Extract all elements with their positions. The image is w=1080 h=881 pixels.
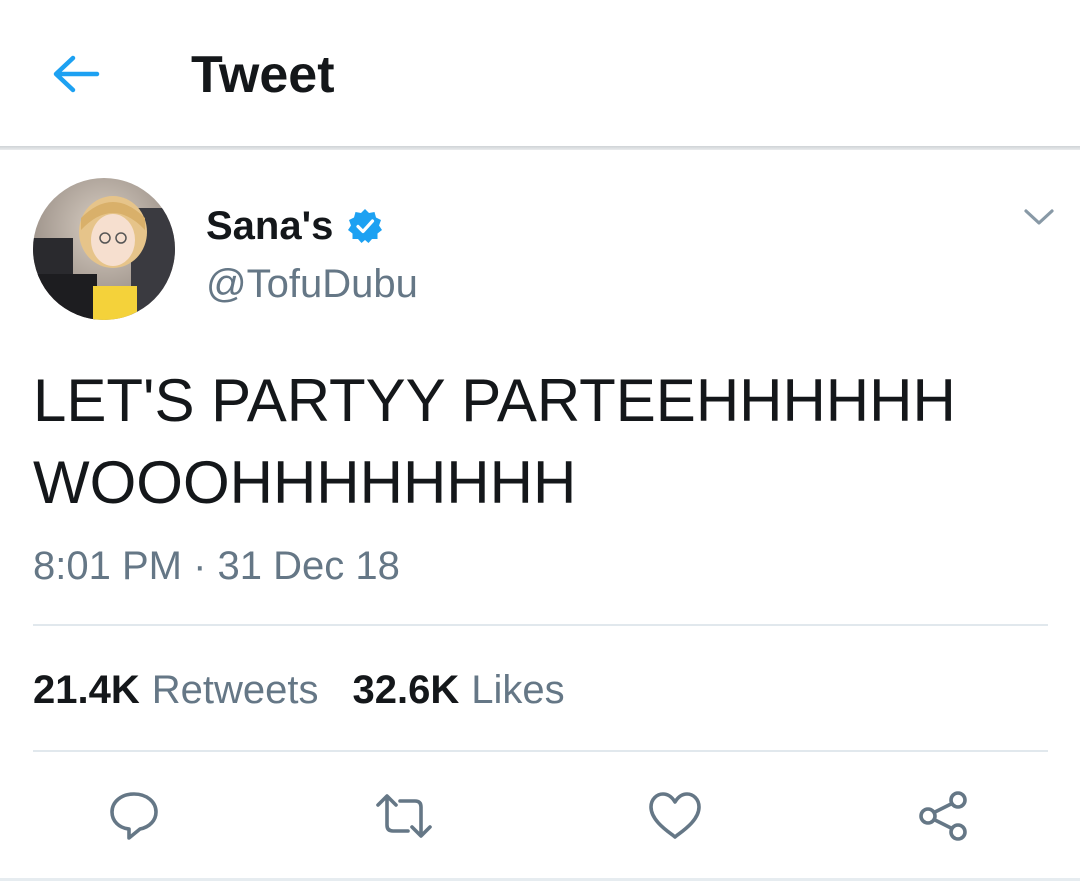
retweet-icon	[376, 794, 432, 838]
avatar-photo	[33, 178, 175, 320]
author-display-name: Sana's	[206, 204, 334, 248]
like-button[interactable]	[635, 776, 715, 856]
retweets-stat[interactable]: 21.4K Retweets	[33, 664, 319, 716]
chevron-down-icon	[1024, 209, 1054, 225]
retweet-button[interactable]	[364, 776, 444, 856]
page-title: Tweet	[191, 46, 335, 104]
back-button[interactable]	[40, 44, 112, 104]
author-name-row[interactable]: Sana's	[206, 200, 383, 252]
tweet-text-line: WOOOHHHHHHHH	[33, 449, 577, 516]
reply-button[interactable]	[94, 776, 174, 856]
tweet-menu-button[interactable]	[1016, 198, 1062, 236]
likes-label: Likes	[471, 668, 565, 712]
tweet-actions	[0, 776, 1080, 856]
top-app-bar: Tweet	[0, 0, 1080, 148]
likes-stat[interactable]: 32.6K Likes	[353, 664, 565, 716]
share-button[interactable]	[904, 776, 984, 856]
divider	[33, 750, 1048, 752]
verified-badge-icon	[348, 209, 383, 243]
avatar[interactable]	[33, 178, 175, 320]
header-divider	[0, 146, 1080, 150]
arrow-left-icon	[53, 55, 100, 93]
retweets-label: Retweets	[151, 668, 319, 712]
divider	[33, 624, 1048, 626]
tweet-text-line: LET'S PARTYY PARTEEHHHHHH	[33, 367, 956, 434]
likes-count: 32.6K	[352, 668, 460, 712]
tweet-text: LET'S PARTYY PARTEEHHHHHH WOOOHHHHHHHH	[33, 360, 1043, 524]
tweet-detail-screen: Tweet Sana's @TofuDubu LET'S PARTYY PART…	[0, 0, 1080, 881]
tweet-timestamp: 8:01 PM · 31 Dec 18	[33, 544, 400, 588]
share-icon	[919, 791, 967, 841]
tweet-stats: 21.4K Retweets 32.6K Likes	[33, 664, 565, 716]
heart-icon	[649, 792, 701, 839]
author-handle[interactable]: @TofuDubu	[206, 258, 418, 310]
comment-icon	[110, 792, 158, 840]
retweets-count: 21.4K	[33, 668, 140, 712]
